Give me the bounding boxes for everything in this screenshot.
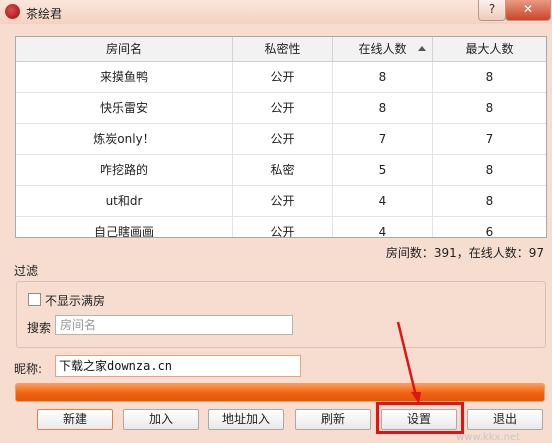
column-header-max[interactable]: 最大人数	[433, 37, 546, 61]
column-header-privacy[interactable]: 私密性	[233, 37, 333, 61]
cell-privacy: 公开	[233, 93, 333, 123]
filter-label: 过滤	[14, 264, 39, 278]
help-button[interactable]: ?	[478, 0, 506, 21]
table-row[interactable]: 自己瞎画画 公开 4 6	[16, 217, 546, 238]
cell-room-name: 快乐雷安	[16, 93, 233, 123]
table-row[interactable]: ut和dr 公开 4 8	[16, 186, 546, 217]
cell-online: 5	[333, 155, 433, 185]
room-stats: 房间数：391，在线人数：97	[385, 246, 544, 260]
cell-room-name: 咋挖路的	[16, 155, 233, 185]
new-room-button[interactable]: 新建	[37, 409, 113, 430]
table-row[interactable]: 来摸鱼鸭 公开 8 8	[16, 62, 546, 93]
cell-privacy: 公开	[233, 124, 333, 154]
table-row[interactable]: 快乐雷安 公开 8 8	[16, 93, 546, 124]
watermark-text: www.kkx.net	[456, 432, 520, 443]
cell-privacy: 公开	[233, 217, 333, 237]
table-row[interactable]: 咋挖路的 私密 5 8	[16, 155, 546, 186]
settings-highlight-box	[376, 402, 464, 434]
hide-full-checkbox[interactable]	[28, 293, 41, 306]
cell-room-name: 自己瞎画画	[16, 217, 233, 237]
close-button[interactable]: ✕	[505, 0, 551, 21]
progress-fill	[16, 384, 544, 401]
column-header-online-label: 在线人数	[358, 42, 407, 56]
column-header-online[interactable]: 在线人数	[333, 37, 433, 61]
cell-privacy: 私密	[233, 155, 333, 185]
join-button[interactable]: 加入	[123, 409, 199, 430]
exit-button[interactable]: 退出	[467, 409, 543, 430]
cell-max: 8	[485, 163, 494, 177]
cell-room-name: ut和dr	[16, 186, 233, 216]
cell-online: 4	[333, 217, 433, 237]
cell-max: 7	[485, 132, 494, 146]
cell-online: 8	[333, 62, 433, 92]
window-title: 茶绘君	[26, 7, 63, 21]
table-row[interactable]: 炼炭only！ 公开 7 7	[16, 124, 546, 155]
address-join-button[interactable]: 地址加入	[208, 409, 284, 430]
column-header-room-name[interactable]: 房间名	[16, 37, 233, 61]
cell-max: 8	[485, 101, 494, 115]
nickname-input[interactable]: 下载之家downza.cn	[55, 355, 301, 377]
nickname-label: 昵称:	[14, 362, 43, 376]
progress-bar	[15, 383, 545, 402]
cell-max: 8	[485, 70, 494, 84]
cell-privacy: 公开	[233, 186, 333, 216]
cell-privacy: 公开	[233, 62, 333, 92]
cell-room-name: 炼炭only！	[16, 124, 233, 154]
cell-online: 8	[333, 93, 433, 123]
hide-full-label[interactable]: 不显示满房	[45, 292, 105, 309]
cell-room-name: 来摸鱼鸭	[16, 62, 233, 92]
table-header: 房间名 私密性 在线人数 最大人数	[16, 37, 546, 62]
room-table: 房间名 私密性 在线人数 最大人数 来摸鱼鸭 公开 8 8 快乐雷安 公开 8 …	[15, 36, 547, 238]
app-icon	[5, 4, 20, 19]
cell-online: 7	[333, 124, 433, 154]
cell-max: 6	[485, 225, 494, 238]
sort-ascending-icon	[418, 46, 426, 51]
refresh-button[interactable]: 刷新	[295, 409, 371, 430]
search-label: 搜索	[27, 321, 52, 335]
title-bar: 茶绘君 ? ✕	[0, 0, 552, 24]
search-input[interactable]	[55, 315, 293, 335]
cell-max: 8	[485, 194, 494, 208]
cell-online: 4	[333, 186, 433, 216]
